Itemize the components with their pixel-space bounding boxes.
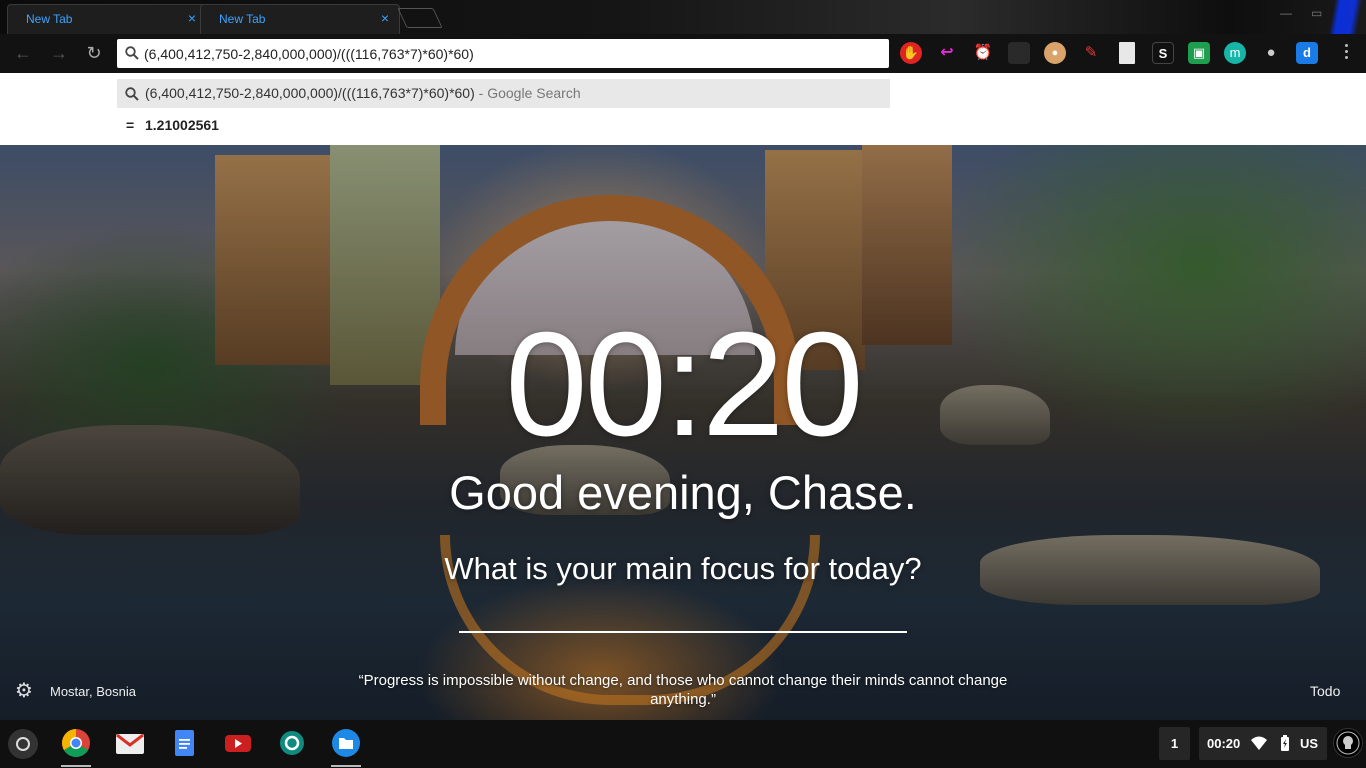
suggestion-text: (6,400,412,750-2,840,000,000)/(((116,763… <box>145 85 581 101</box>
momentum-greeting: Good evening, Chase. <box>449 466 917 519</box>
new-tab-button[interactable] <box>397 8 443 28</box>
input-method: US <box>1300 736 1319 751</box>
s-icon[interactable]: S <box>1152 42 1174 64</box>
minimize-icon[interactable]: — <box>1280 6 1292 20</box>
skull-logo-icon <box>1336 731 1360 755</box>
pen-icon[interactable]: ✎ <box>1080 42 1102 64</box>
tab-title: New Tab <box>219 12 266 26</box>
suggestion-suffix: - Google Search <box>474 85 581 101</box>
search-icon <box>125 46 139 60</box>
chromeos-desktop: New Tab × New Tab × — ▭ ← → ↻ ✋ ↩ ⏰ ● ✎ … <box>0 0 1366 768</box>
avatar[interactable] <box>1333 728 1363 758</box>
suggestion-query: (6,400,412,750-2,840,000,000)/(((116,763… <box>145 85 475 101</box>
omnibox-input[interactable] <box>144 39 884 68</box>
tray-clock: 00:20 <box>1207 736 1241 751</box>
system-tray[interactable]: 00:20 US <box>1199 727 1327 760</box>
calculator-answer: 1.21002561 <box>145 117 219 133</box>
chromeos-shelf: 1 00:20 US <box>0 720 1366 768</box>
m-icon[interactable]: m <box>1224 42 1246 64</box>
background-photo: 00:20 Good evening, Chase. What is your … <box>0 145 1366 720</box>
tab-close-icon[interactable]: × <box>188 10 196 26</box>
running-indicator <box>61 765 91 767</box>
classroom-icon[interactable]: ▣ <box>1188 42 1210 64</box>
wifi-icon <box>1251 736 1267 750</box>
stop-sign-icon[interactable]: ✋ <box>900 42 922 64</box>
todo-button[interactable]: Todo <box>1310 683 1340 699</box>
running-indicator <box>331 765 361 767</box>
forward-arrow-icon[interactable]: → <box>48 42 70 64</box>
momentum-clock: 00:20 <box>505 302 863 467</box>
back-arrow-icon[interactable]: ← <box>12 42 34 64</box>
equals-icon: = <box>126 117 135 133</box>
d-icon[interactable]: d <box>1296 42 1318 64</box>
omnibox[interactable] <box>117 39 889 68</box>
tab-new-tab-1[interactable]: New Tab × <box>7 4 207 34</box>
tab-close-icon[interactable]: × <box>381 10 389 26</box>
launcher-icon[interactable] <box>8 729 38 759</box>
dark-square-icon[interactable] <box>1008 42 1030 64</box>
browser-toolbar: ← → ↻ ✋ ↩ ⏰ ● ✎ S ▣ m ● d <box>0 34 1366 73</box>
lightbulb-icon[interactable]: ● <box>1260 42 1282 64</box>
alarm-icon[interactable]: ⏰ <box>972 42 994 64</box>
gmail-icon[interactable] <box>115 728 145 758</box>
browser-menu-icon[interactable] <box>1340 41 1352 67</box>
document-icon[interactable] <box>1119 42 1135 64</box>
chrome-icon[interactable] <box>61 728 91 758</box>
arrow-icon[interactable]: ↩ <box>936 42 958 64</box>
focus-question: What is your main focus for today? <box>444 551 922 586</box>
tab-new-tab-2[interactable]: New Tab × <box>200 4 400 34</box>
docs-icon[interactable] <box>169 728 199 758</box>
omnibox-dropdown: (6,400,412,750-2,840,000,000)/(((116,763… <box>0 73 1366 145</box>
battery-icon <box>1281 735 1289 751</box>
palette-icon[interactable]: ● <box>1044 42 1066 64</box>
browser-titlebar: New Tab × New Tab × — ▭ <box>0 0 1366 74</box>
photo-location[interactable]: Mostar, Bosnia <box>50 684 136 699</box>
files-icon[interactable] <box>331 728 361 758</box>
tab-title: New Tab <box>26 12 73 26</box>
reload-icon[interactable]: ↻ <box>83 42 105 64</box>
search-suggestion[interactable]: (6,400,412,750-2,840,000,000)/(((116,763… <box>117 79 890 108</box>
workspace-indicator[interactable]: 1 <box>1159 727 1190 760</box>
search-icon <box>125 87 139 101</box>
focus-input[interactable] <box>459 597 907 633</box>
camera-icon[interactable] <box>277 728 307 758</box>
gear-icon[interactable]: ⚙ <box>15 680 37 702</box>
daily-quote: “Progress is impossible without change, … <box>358 672 1008 708</box>
youtube-icon[interactable] <box>223 728 253 758</box>
